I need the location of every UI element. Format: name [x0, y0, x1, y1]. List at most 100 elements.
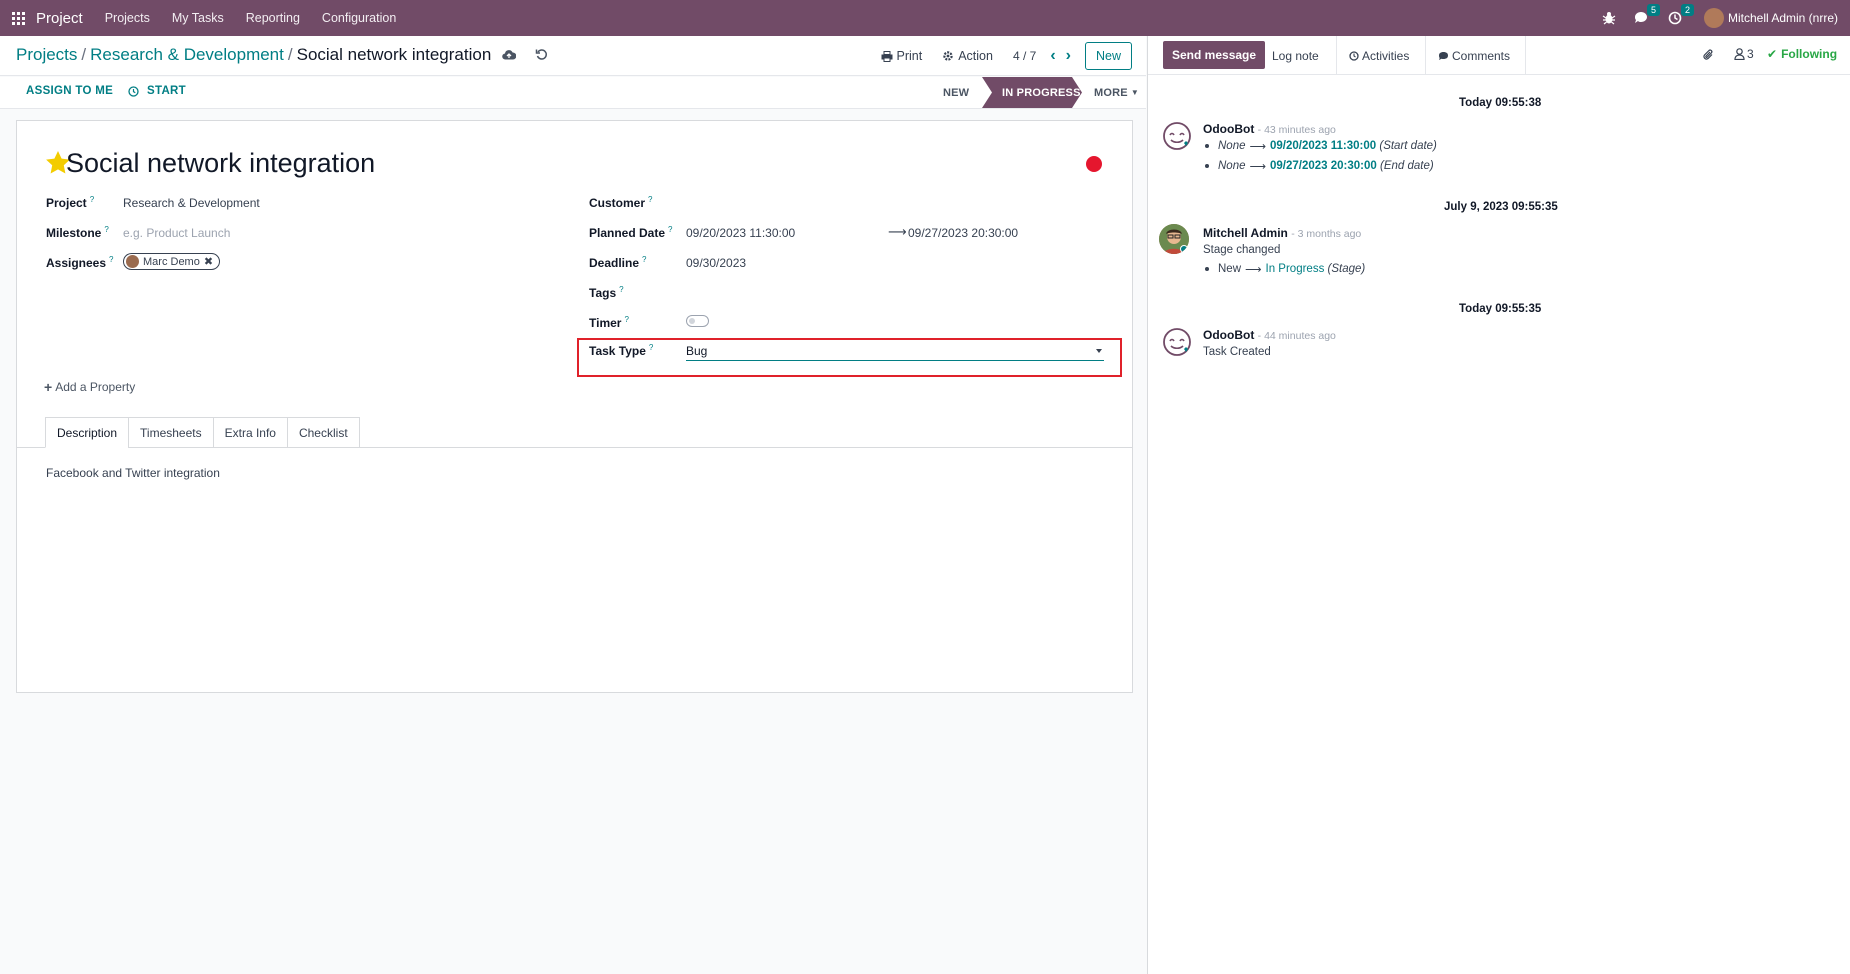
mitchell-admin-avatar [1159, 224, 1189, 254]
new-button[interactable]: New [1084, 42, 1132, 70]
pager-value[interactable]: 4 / 7 [1013, 49, 1036, 63]
pager-next-icon[interactable]: › [1066, 47, 1071, 65]
stage-new[interactable]: NEW [943, 77, 983, 108]
assign-to-me-button[interactable]: ASSIGN TO ME [26, 85, 113, 97]
comments-button[interactable]: Comments [1425, 36, 1522, 75]
customer-label: Customer? [589, 195, 653, 210]
user-menu[interactable]: Mitchell Admin (nrre) [1703, 8, 1838, 28]
user-icon [1734, 48, 1745, 60]
caret-down-icon: ▼ [1130, 88, 1139, 97]
message-date: - 43 minutes ago [1257, 124, 1336, 136]
menu-my-tasks[interactable]: My Tasks [172, 11, 224, 25]
tab-divider [1525, 36, 1526, 75]
assignee-name: Marc Demo [143, 255, 200, 268]
caret-down-icon [1096, 349, 1102, 353]
followers-button[interactable]: 3 [1734, 47, 1754, 61]
user-name: Mitchell Admin (nrre) [1727, 11, 1838, 25]
message-author: OdooBot - 44 minutes ago [1203, 328, 1336, 342]
customer-field[interactable] [686, 192, 1104, 210]
assignee-tag[interactable]: Marc Demo ✖ [123, 253, 221, 270]
message-body: Stage changed [1203, 244, 1281, 256]
project-label: Project? [46, 195, 95, 210]
apps-menu-icon[interactable] [0, 0, 36, 36]
print-label: Print [896, 49, 923, 63]
control-panel: Projects / Research & Development / Social n… [0, 36, 1146, 76]
notebook-tabs: Description Timesheets Extra Info Checkl… [45, 417, 360, 448]
followers-count: 3 [1747, 47, 1754, 61]
message-date: - 44 minutes ago [1257, 330, 1336, 342]
tags-field[interactable] [686, 282, 1104, 300]
date-separator: July 9, 2023 09:55:35 [1444, 201, 1558, 213]
tab-extra-info[interactable]: Extra Info [212, 417, 288, 448]
status-bar: ASSIGN TO ME START NEW IN PROGRESS MORE … [0, 77, 1146, 109]
pager-previous-icon[interactable]: ‹ [1050, 47, 1055, 65]
check-icon: ✔ [1767, 47, 1778, 61]
add-property-label: Add a Property [55, 380, 136, 394]
timer-toggle[interactable] [686, 315, 709, 327]
assignees-label: Assignees? [46, 255, 114, 270]
planned-start-field[interactable]: 09/20/2023 11:30:00 [686, 226, 795, 240]
menu-projects[interactable]: Projects [105, 11, 150, 25]
tab-checklist[interactable]: Checklist [286, 417, 360, 448]
planned-date-label: Planned Date? [589, 225, 673, 240]
following-label: Following [1781, 47, 1838, 61]
message-body: Task Created [1203, 346, 1271, 358]
tab-timesheets[interactable]: Timesheets [128, 417, 214, 448]
breadcrumb-research-development[interactable]: Research & Development [90, 45, 284, 64]
plus-icon: + [44, 379, 53, 395]
messages-icon[interactable]: 5 [1634, 4, 1660, 25]
action-label: Action [958, 49, 993, 63]
start-button[interactable]: START [128, 85, 186, 97]
add-property-button[interactable]: + Add a Property [44, 379, 135, 395]
activities-icon[interactable]: 2 [1668, 4, 1694, 25]
timer-label: Timer? [589, 315, 629, 330]
activities-badge: 2 [1680, 4, 1694, 16]
app-name[interactable]: Project [36, 10, 83, 27]
log-note-button[interactable]: Log note [1260, 36, 1331, 75]
message-date: - 3 months ago [1291, 228, 1362, 240]
debug-icon[interactable] [1602, 11, 1616, 25]
date-separator: Today 09:55:35 [1459, 303, 1542, 315]
arrow-right-icon: ⟶ [1245, 264, 1262, 276]
save-cloud-icon[interactable] [502, 49, 517, 64]
deadline-field[interactable]: 09/30/2023 [686, 256, 746, 270]
menu-reporting[interactable]: Reporting [246, 11, 300, 25]
kanban-state-dot[interactable] [1086, 156, 1102, 172]
deadline-label: Deadline? [589, 255, 647, 270]
send-message-button[interactable]: Send message [1163, 41, 1266, 69]
following-button[interactable]: ✔ Following [1767, 47, 1837, 61]
stage-in-progress[interactable]: IN PROGRESS [982, 77, 1082, 108]
tab-description[interactable]: Description [45, 417, 130, 448]
clock-icon [1349, 50, 1359, 61]
breadcrumb: Projects / Research & Development / Social n… [16, 45, 492, 64]
activities-label: Activities [1362, 48, 1410, 63]
task-type-label: Task Type? [589, 343, 654, 358]
task-title[interactable]: Social network integration [66, 148, 375, 179]
chatter-topbar: Send message Log note Activities Comment… [1148, 36, 1850, 75]
planned-end-field[interactable]: 09/27/2023 20:30:00 [908, 226, 1018, 240]
chatter-panel: Send message Log note Activities Comment… [1147, 36, 1850, 974]
attachment-icon[interactable] [1702, 48, 1715, 65]
stage-more-dropdown[interactable]: MORE ▼ [1094, 77, 1139, 108]
project-field[interactable]: Research & Development [123, 196, 260, 210]
action-button[interactable]: Action [942, 49, 993, 63]
print-button[interactable]: Print [881, 49, 923, 63]
user-avatar [1703, 8, 1724, 28]
task-type-select[interactable]: Bug [686, 344, 1104, 361]
breadcrumb-current: Social network integration [296, 45, 492, 64]
milestone-field[interactable]: e.g. Product Launch [123, 226, 230, 240]
activities-button[interactable]: Activities [1336, 36, 1421, 75]
arrow-right-icon: ⟶ [1249, 141, 1267, 153]
start-label: START [147, 85, 186, 97]
clock-icon [128, 85, 139, 97]
comments-label: Comments [1452, 48, 1511, 63]
tracking-line: New ⟶ In Progress (Stage) [1205, 262, 1365, 276]
messages-badge: 5 [1646, 4, 1660, 16]
description-text[interactable]: Facebook and Twitter integration [46, 466, 220, 480]
menu-configuration[interactable]: Configuration [322, 11, 396, 25]
discard-icon[interactable] [535, 48, 548, 64]
message-author: OdooBot - 43 minutes ago [1203, 122, 1336, 136]
odoobot-avatar [1162, 121, 1192, 151]
remove-tag-icon[interactable]: ✖ [204, 255, 213, 268]
breadcrumb-projects[interactable]: Projects [16, 45, 77, 64]
